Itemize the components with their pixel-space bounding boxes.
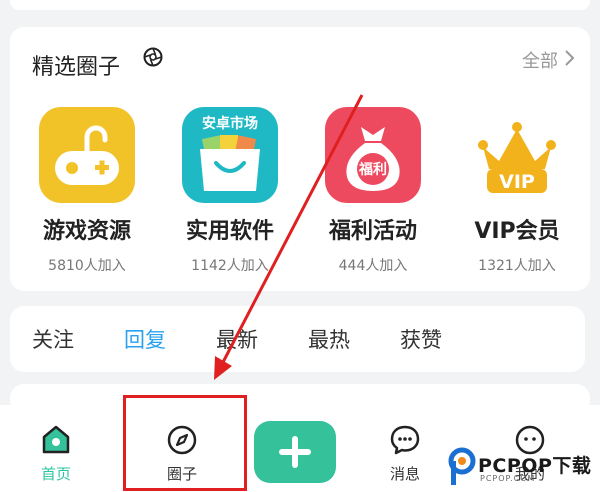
nav-circles-label: 圈子	[166, 465, 197, 483]
welfare-badge-label: 福利	[359, 162, 387, 178]
featured-circles-card: 精选圈子 全部 游戏资源 5810人加入 安卓市场 实用软件 1142人加入 福…	[10, 27, 590, 291]
chat-bubble-icon	[390, 425, 420, 455]
tab-following[interactable]: 关注	[32, 324, 74, 354]
money-bag-icon: 福利	[325, 107, 421, 203]
plus-icon	[279, 436, 311, 468]
aperture-icon	[143, 47, 163, 67]
circle-item-games[interactable]: 游戏资源 5810人加入	[22, 107, 152, 275]
chevron-right-icon[interactable]	[562, 49, 576, 67]
app-market-icon: 安卓市场	[182, 107, 278, 203]
circle-item-vip[interactable]: VIP VIP会员 1321人加入	[452, 107, 582, 275]
nav-circles[interactable]: 圈子	[142, 415, 222, 484]
vip-crown-icon: VIP	[469, 107, 565, 203]
filter-tabs: 关注 回复 最新 最热 获赞	[10, 306, 585, 372]
vip-badge-label: VIP	[499, 171, 535, 193]
circle-member-count: 1142人加入	[191, 258, 269, 274]
watermark-url: PCPOP.COM	[480, 474, 536, 483]
nav-messages[interactable]: 消息	[365, 415, 445, 484]
previous-card-edge	[10, 0, 590, 10]
circle-name: 实用软件	[185, 219, 274, 244]
tab-replies[interactable]: 回复	[124, 324, 166, 354]
tab-most-liked[interactable]: 获赞	[400, 324, 442, 354]
nav-home[interactable]: 首页	[16, 415, 96, 484]
create-post-button[interactable]	[254, 421, 336, 483]
circle-name: 游戏资源	[42, 219, 131, 244]
gamepad-icon	[39, 107, 135, 203]
nav-messages-label: 消息	[389, 465, 420, 483]
circle-item-welfare[interactable]: 福利 福利活动 444人加入	[308, 107, 438, 275]
pcpop-logo-icon	[448, 447, 476, 485]
circle-member-count: 444人加入	[338, 258, 408, 274]
circle-name: VIP会员	[474, 219, 560, 244]
circle-member-count: 5810人加入	[48, 258, 126, 274]
tab-hottest[interactable]: 最热	[308, 324, 350, 354]
circle-name: 福利活动	[328, 219, 417, 244]
circle-member-count: 1321人加入	[478, 258, 556, 274]
home-icon	[42, 425, 70, 454]
nav-home-label: 首页	[40, 465, 71, 483]
see-all-link[interactable]: 全部	[522, 47, 558, 73]
tab-latest[interactable]: 最新	[216, 324, 258, 354]
watermark: PCPOP下载 PCPOP.COM	[448, 447, 598, 489]
section-title: 精选圈子	[32, 55, 121, 80]
compass-icon	[167, 425, 197, 455]
circle-item-software[interactable]: 安卓市场 实用软件 1142人加入	[165, 107, 295, 275]
